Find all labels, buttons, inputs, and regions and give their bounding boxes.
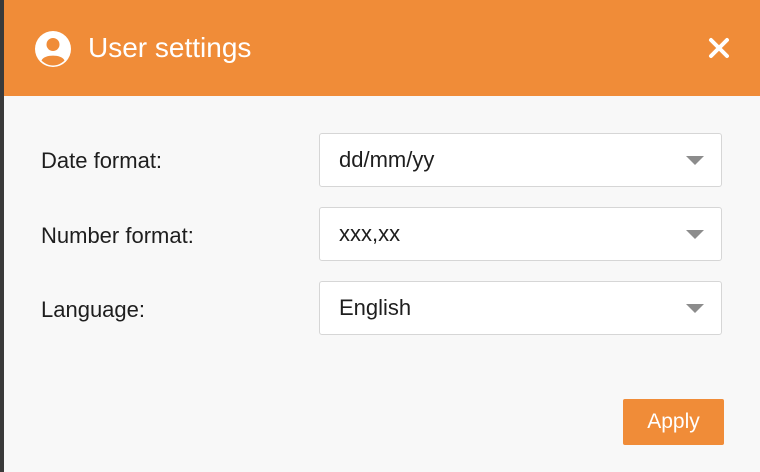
chevron-down-icon [686, 156, 704, 165]
language-label: Language: [41, 297, 145, 322]
number-format-select[interactable]: xxx,xx [319, 207, 722, 261]
number-format-label: Number format: [41, 223, 194, 248]
user-settings-dialog: User settings Date format: dd/mm/yy Numb… [4, 0, 760, 472]
user-circle-icon [35, 31, 71, 67]
date-format-label: Date format: [41, 148, 163, 173]
number-format-value: xxx,xx [339, 221, 401, 246]
apply-button[interactable]: Apply [623, 399, 724, 445]
close-icon[interactable] [702, 31, 736, 65]
chevron-down-icon [686, 230, 704, 239]
dialog-header: User settings [4, 0, 760, 96]
language-select[interactable]: English [319, 281, 722, 335]
date-format-value: dd/mm/yy [339, 147, 435, 172]
language-value: English [339, 295, 412, 320]
chevron-down-icon [686, 304, 704, 313]
dialog-title: User settings [88, 32, 252, 63]
date-format-select[interactable]: dd/mm/yy [319, 133, 722, 187]
